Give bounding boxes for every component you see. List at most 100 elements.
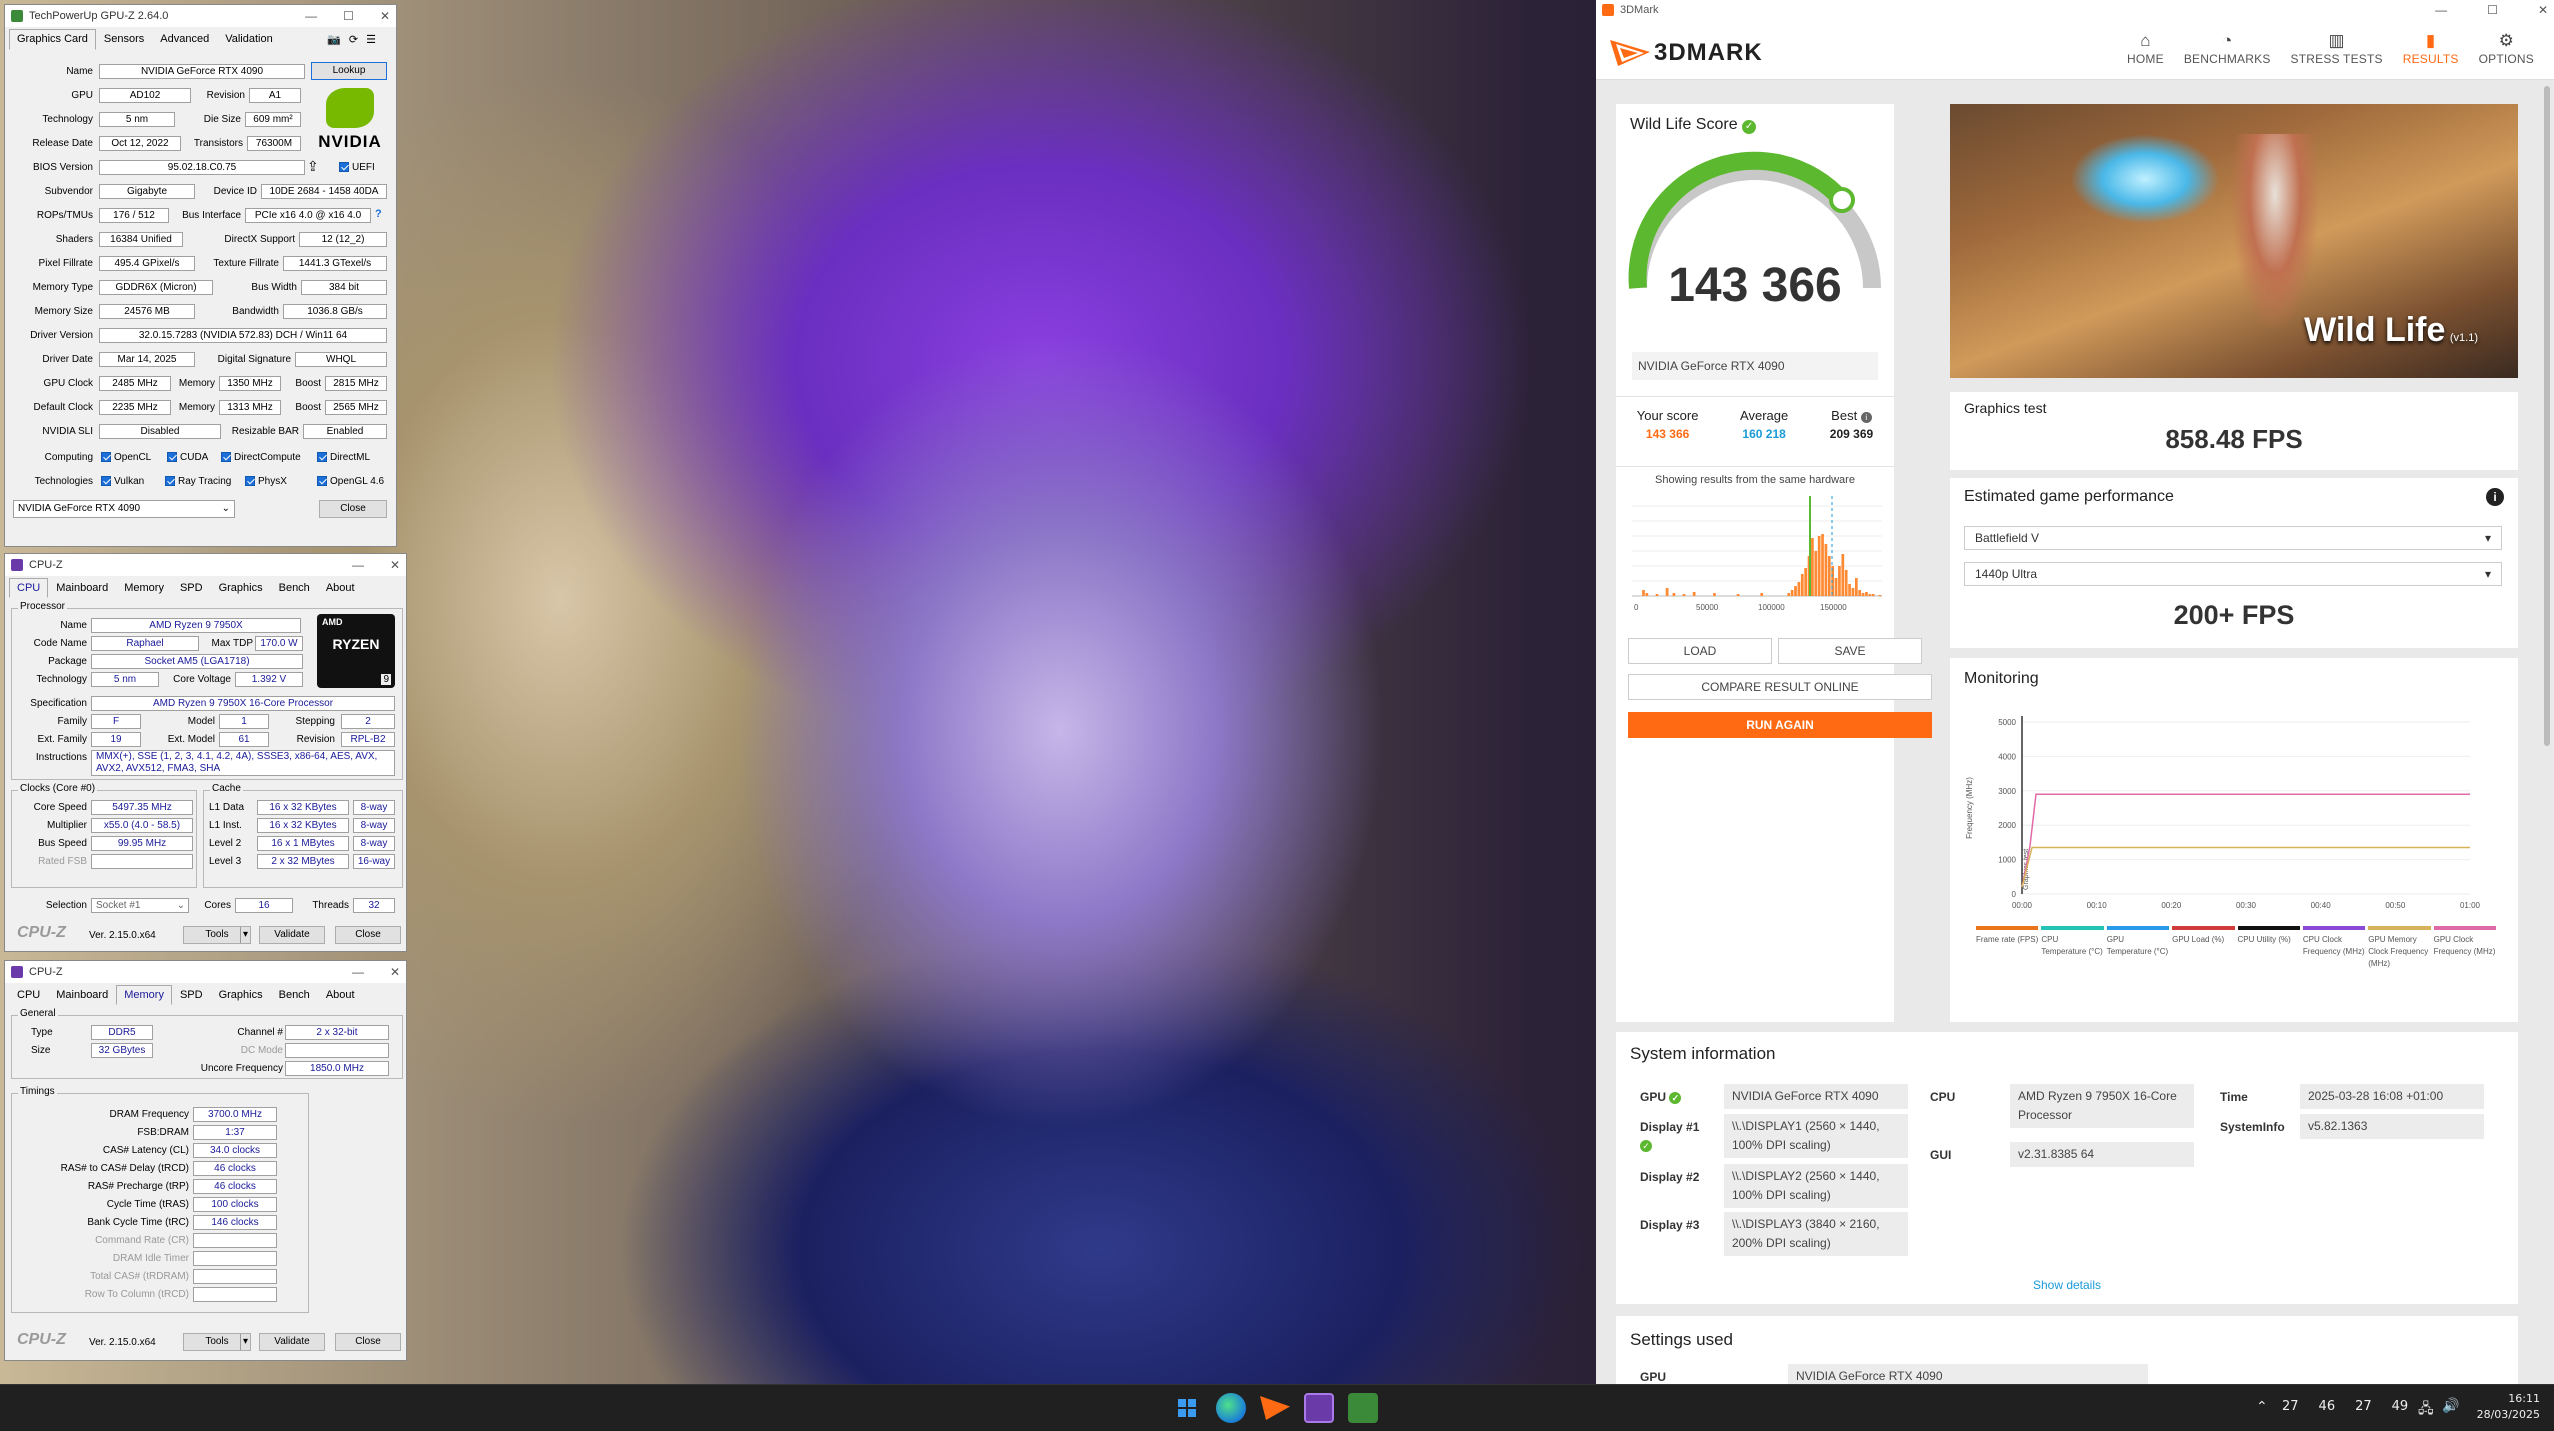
gpuz-close-button[interactable]: Close <box>319 500 387 518</box>
legend-item[interactable]: CPU Utility (%) <box>2237 926 2300 970</box>
legend-item[interactable]: Frame rate (FPS) <box>1976 926 2039 970</box>
cpuz-taskbar-icon[interactable] <box>1304 1393 1334 1423</box>
sys-gui-value: v2.31.8385 64 <box>2010 1142 2194 1167</box>
windows-start-icon[interactable] <box>1172 1393 1202 1423</box>
resolution-select[interactable]: 1440p Ultra <box>1964 562 2502 586</box>
tools-button[interactable]: Tools ▾ <box>183 926 251 944</box>
gpuz-taskbar-icon[interactable] <box>1348 1393 1378 1423</box>
legend-item[interactable]: GPU Load (%) <box>2172 926 2235 970</box>
tab-bench[interactable]: Bench <box>271 578 318 598</box>
level-3-ways: 16-way <box>353 854 395 869</box>
banner-version: (v1.1) <box>2449 332 2478 344</box>
label-stepping: Stepping <box>295 716 335 727</box>
uefi-checkbox[interactable]: UEFI <box>339 160 375 175</box>
tab-about[interactable]: About <box>318 578 363 598</box>
tab-sensors[interactable]: Sensors <box>96 29 152 50</box>
3dmark-taskbar-icon[interactable] <box>1260 1396 1290 1420</box>
tray-clock[interactable]: 16:11 28/03/2025 <box>2470 1391 2540 1423</box>
legend-item[interactable]: CPU Clock Frequency (MHz) <box>2302 926 2366 970</box>
tray-value-3: 27 <box>2355 1399 2372 1414</box>
cuda-checkbox[interactable]: CUDA <box>167 450 208 465</box>
close-icon[interactable]: ✕ <box>2538 3 2548 17</box>
load-button[interactable]: LOAD <box>1628 638 1772 664</box>
label-rops: ROPs/TMUs <box>36 210 93 221</box>
tab-graphics[interactable]: Graphics <box>211 578 271 598</box>
tab-mainboard[interactable]: Mainboard <box>48 578 116 598</box>
tab-memory[interactable]: Memory <box>116 985 172 1005</box>
nav-results[interactable]: ▮ RESULTS <box>2403 30 2459 66</box>
tab-mainboard[interactable]: Mainboard <box>48 985 116 1005</box>
run-again-button[interactable]: RUN AGAIN <box>1628 712 1932 738</box>
tab-cpu[interactable]: CPU <box>9 578 49 598</box>
3dmark-titlebar[interactable]: 3DMark — ☐ ✕ <box>1596 0 2554 20</box>
physx-checkbox[interactable]: PhysX <box>245 474 287 489</box>
maximize-icon[interactable]: ☐ <box>343 9 354 23</box>
clock-date: 28/03/2025 <box>2476 1408 2540 1421</box>
validate-button[interactable]: Validate <box>259 926 325 944</box>
game-select[interactable]: Battlefield V <box>1964 526 2502 550</box>
tab-spd[interactable]: SPD <box>172 578 211 598</box>
tools-button[interactable]: Tools ▾ <box>183 1333 251 1351</box>
minimize-icon[interactable]: — <box>2435 3 2447 17</box>
bus-help-icon[interactable]: ? <box>375 208 382 220</box>
histogram-bar <box>1858 590 1862 596</box>
socket-select[interactable]: Socket #1 ⌄ <box>91 898 189 913</box>
nav-home[interactable]: ⌂ HOME <box>2127 30 2164 66</box>
directcompute-checkbox[interactable]: DirectCompute <box>221 450 301 465</box>
share-icon[interactable]: ⇪ <box>307 158 319 175</box>
cpuz-titlebar[interactable]: CPU-Z — ✕ <box>5 554 406 576</box>
legend-item[interactable]: CPU Temperature (°C) <box>2041 926 2104 970</box>
nav-stress-tests[interactable]: ▥ STRESS TESTS <box>2291 30 2383 66</box>
close-icon[interactable]: ✕ <box>390 965 400 979</box>
directml-checkbox[interactable]: DirectML <box>317 450 370 465</box>
tab-graphics[interactable]: Graphics <box>211 985 271 1005</box>
tray-chevron-icon[interactable]: ⌃ <box>2256 1399 2268 1415</box>
tab-cpu[interactable]: CPU <box>9 985 48 1005</box>
label-bus-interface: Bus Interface <box>182 210 241 221</box>
minimize-icon[interactable]: — <box>305 9 317 23</box>
tab-advanced[interactable]: Advanced <box>152 29 217 50</box>
opencl-checkbox[interactable]: OpenCL <box>101 450 151 465</box>
checkbox-checked-icon <box>339 162 349 173</box>
tab-graphics-card[interactable]: Graphics Card <box>9 29 96 50</box>
tab-memory[interactable]: Memory <box>116 578 172 598</box>
validate-button[interactable]: Validate <box>259 1333 325 1351</box>
legend-item[interactable]: GPU Temperature (°C) <box>2106 926 2170 970</box>
scrollbar-thumb[interactable] <box>2544 86 2550 746</box>
tab-about[interactable]: About <box>318 985 363 1005</box>
info-icon[interactable]: i <box>1860 412 1872 423</box>
cpuz-memory-titlebar[interactable]: CPU-Z — ✕ <box>5 961 406 983</box>
minimize-icon[interactable]: — <box>352 965 364 979</box>
network-icon[interactable]: 🖧 <box>2418 1398 2434 1422</box>
gpuz-toolbar-icons[interactable]: 📷⟳☰ <box>319 29 392 50</box>
minimize-icon[interactable]: — <box>352 558 364 572</box>
close-icon[interactable]: ✕ <box>390 558 400 572</box>
show-details-link[interactable]: Show details <box>1616 1278 2518 1292</box>
scrollbar[interactable] <box>2544 86 2552 1376</box>
label-shaders: Shaders <box>55 234 93 245</box>
lookup-button[interactable]: Lookup <box>311 62 387 80</box>
opengl-label: OpenGL 4.6 <box>330 476 385 487</box>
close-button[interactable]: Close <box>335 1333 401 1351</box>
compare-online-button[interactable]: COMPARE RESULT ONLINE <box>1628 674 1932 700</box>
save-button[interactable]: SAVE <box>1778 638 1922 664</box>
edge-browser-icon[interactable] <box>1216 1393 1246 1423</box>
close-icon[interactable]: ✕ <box>380 9 390 23</box>
nav-options[interactable]: ⚙ OPTIONS <box>2479 30 2534 66</box>
sys-systeminfo-value: v5.82.1363 <box>2300 1114 2484 1139</box>
tab-validation[interactable]: Validation <box>217 29 281 50</box>
close-button[interactable]: Close <box>335 926 401 944</box>
legend-item[interactable]: GPU Memory Clock Frequency (MHz) <box>2368 926 2431 970</box>
legend-item[interactable]: GPU Clock Frequency (MHz) <box>2433 926 2496 970</box>
info-icon[interactable]: i <box>2486 488 2504 506</box>
vulkan-checkbox[interactable]: Vulkan <box>101 474 144 489</box>
opengl-checkbox[interactable]: OpenGL 4.6 <box>317 474 384 489</box>
volume-icon[interactable]: 🔊 <box>2442 1398 2459 1414</box>
raytracing-checkbox[interactable]: Ray Tracing <box>165 474 231 489</box>
maximize-icon[interactable]: ☐ <box>2487 3 2498 17</box>
tab-spd[interactable]: SPD <box>172 985 211 1005</box>
nav-benchmarks[interactable]: ◔ BENCHMARKS <box>2184 30 2271 66</box>
tab-bench[interactable]: Bench <box>271 985 318 1005</box>
gpu-select[interactable]: NVIDIA GeForce RTX 4090 ⌄ <box>13 500 235 518</box>
gpuz-titlebar[interactable]: TechPowerUp GPU-Z 2.64.0 — ☐ ✕ <box>5 5 396 27</box>
